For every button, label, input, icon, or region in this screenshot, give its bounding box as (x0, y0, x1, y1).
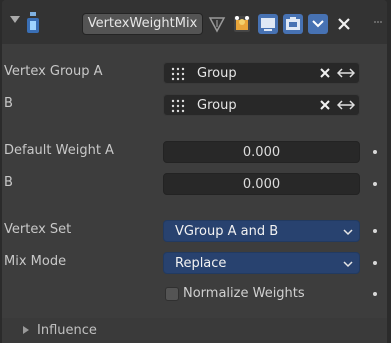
mix-mode-label: Mix Mode (4, 254, 67, 269)
swap-arrows-icon[interactable] (337, 98, 355, 112)
influence-subpanel-header[interactable]: Influence (2, 318, 387, 343)
chevron-down-icon (343, 261, 353, 268)
clear-x-icon[interactable] (319, 99, 331, 111)
edit-mode-icon (234, 16, 250, 32)
extra-menu-button[interactable] (308, 14, 328, 34)
vertex-set-dropdown[interactable]: VGroup A and B (163, 220, 360, 242)
vertex-group-icon (171, 99, 185, 113)
vertex-set-value: VGroup A and B (175, 224, 279, 239)
modifier-panel: VertexWeightMix Vertex Group A Group B G… (2, 0, 387, 343)
modifier-name-field[interactable]: VertexWeightMix (82, 13, 203, 35)
edit-mode-button[interactable] (232, 14, 252, 34)
drag-handle-icon[interactable] (373, 17, 383, 27)
invert-triangle-icon[interactable] (207, 14, 227, 34)
keyframe-dot-icon[interactable] (373, 150, 377, 154)
chevron-down-icon (312, 20, 324, 28)
keyframe-dot-icon[interactable] (373, 182, 377, 186)
chevron-down-icon (343, 229, 353, 236)
normalize-weights-label: Normalize Weights (183, 286, 305, 301)
swap-arrows-icon[interactable] (337, 66, 355, 80)
modifier-header: VertexWeightMix (2, 0, 387, 44)
default-weight-b-label: B (4, 175, 13, 190)
close-icon[interactable] (334, 14, 354, 34)
camera-icon (286, 17, 300, 30)
normalize-weights-checkbox[interactable] (165, 287, 179, 301)
monitor-icon (261, 18, 275, 31)
triangle-right-icon (23, 326, 29, 334)
influence-label: Influence (37, 323, 97, 338)
vertex-group-b-value: Group (197, 98, 237, 113)
mix-mode-value: Replace (175, 256, 227, 271)
vertex-set-label: Vertex Set (4, 222, 72, 237)
keyframe-dot-icon[interactable] (373, 229, 377, 233)
vertex-weight-icon (27, 12, 39, 33)
vertex-group-b-field[interactable]: Group (163, 94, 360, 116)
triangle-down-icon[interactable] (10, 16, 20, 23)
vertex-group-icon (171, 67, 185, 81)
vertex-group-b-label: B (4, 96, 13, 111)
default-weight-a-field[interactable]: 0.000 (163, 141, 360, 163)
default-weight-b-field[interactable]: 0.000 (163, 173, 360, 195)
keyframe-dot-icon[interactable] (373, 261, 377, 265)
vertex-group-a-field[interactable]: Group (163, 62, 360, 84)
vertex-group-a-label: Vertex Group A (4, 64, 103, 79)
keyframe-dot-icon[interactable] (373, 292, 377, 296)
clear-x-icon[interactable] (319, 67, 331, 79)
vertex-group-a-value: Group (197, 66, 237, 81)
realtime-toggle[interactable] (258, 14, 278, 34)
default-weight-a-label: Default Weight A (4, 143, 114, 158)
mix-mode-dropdown[interactable]: Replace (163, 252, 360, 274)
render-toggle[interactable] (283, 14, 303, 34)
